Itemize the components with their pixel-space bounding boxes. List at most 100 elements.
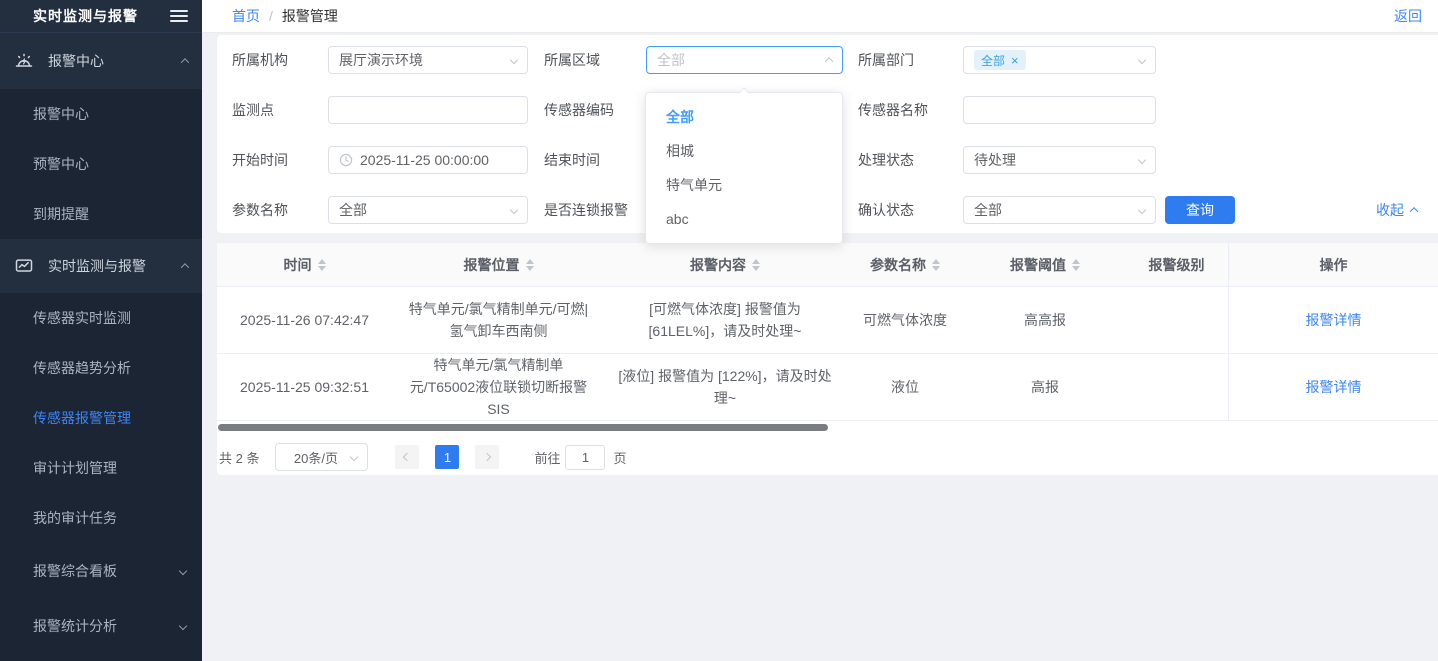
clock-icon xyxy=(339,153,353,167)
area-dropdown-panel: 全部 相城 特气单元 abc xyxy=(645,92,843,244)
sidebar-item-alarm-center[interactable]: 报警中心 xyxy=(0,89,202,139)
chevron-down-icon xyxy=(510,56,518,64)
chevron-down-icon xyxy=(510,206,518,214)
table-header-content[interactable]: 报警内容 xyxy=(605,243,845,286)
sensor-code-label: 传感器编码 xyxy=(544,85,614,135)
sidebar-item-warning-center[interactable]: 预警中心 xyxy=(0,139,202,189)
tag-close-icon[interactable]: × xyxy=(1011,54,1019,67)
area-select[interactable]: 全部 xyxy=(646,46,843,74)
dropdown-option-xiangcheng[interactable]: 相城 xyxy=(646,134,842,168)
cell-time: 2025-11-25 09:32:51 xyxy=(217,354,392,420)
breadcrumb-home-link[interactable]: 首页 xyxy=(232,6,260,26)
sidebar-item-sensor-realtime-monitor[interactable]: 传感器实时监测 xyxy=(0,293,202,343)
cell-time: 2025-11-26 07:42:47 xyxy=(217,287,392,353)
table-header-param[interactable]: 参数名称 xyxy=(845,243,965,286)
sensor-name-input-wrap xyxy=(963,96,1156,124)
breadcrumb-separator: / xyxy=(269,8,273,24)
sensor-name-label: 传感器名称 xyxy=(858,85,928,135)
end-time-label: 结束时间 xyxy=(544,135,600,185)
pagination: 共 2 条 20条/页 1 前往 页 xyxy=(219,439,1438,475)
table-row: 2025-11-25 09:32:51 特气单元/氯气精制单元/T65002液位… xyxy=(217,354,1438,421)
table-header-row: 时间 报警位置 报警内容 参数名称 报警阈值 报警级别 操作 xyxy=(217,243,1438,287)
confirm-status-select[interactable]: 全部 xyxy=(963,196,1156,224)
sort-icon xyxy=(932,259,940,271)
start-time-picker[interactable] xyxy=(328,146,528,174)
chevron-down-icon xyxy=(1138,156,1146,164)
alarm-management-page: 实时监测与报警 报警中心 报警中心 预警中心 到期提醒 xyxy=(0,0,1438,661)
sidebar-item-sensor-trend-analysis[interactable]: 传感器趋势分析 xyxy=(0,343,202,393)
sidebar-title: 实时监测与报警 xyxy=(33,6,138,26)
start-time-label: 开始时间 xyxy=(232,135,288,185)
chevron-down-icon xyxy=(1138,206,1146,214)
sidebar-item-alarm-statistics[interactable]: 报警统计分析 xyxy=(0,598,202,653)
chain-alarm-label: 是否连锁报警 xyxy=(544,185,628,235)
siren-icon xyxy=(14,50,36,72)
chevron-down-icon xyxy=(1138,56,1146,64)
sidebar-item-expiry-reminder[interactable]: 到期提醒 xyxy=(0,189,202,239)
table-header-threshold[interactable]: 报警阈值 xyxy=(965,243,1125,286)
cell-location: 特气单元/氯气精制单元/可燃|氢气卸车西南侧 xyxy=(392,287,605,353)
dropdown-option-all[interactable]: 全部 xyxy=(646,100,842,134)
param-name-select[interactable]: 全部 xyxy=(328,196,528,224)
sidebar-header: 实时监测与报警 xyxy=(0,0,202,33)
table-header-location[interactable]: 报警位置 xyxy=(392,243,605,286)
sidebar: 实时监测与报警 报警中心 报警中心 预警中心 到期提醒 xyxy=(0,0,202,661)
cell-param: 可燃气体浓度 xyxy=(845,287,965,353)
chevron-left-icon xyxy=(403,453,411,461)
monitor-point-input-wrap xyxy=(328,96,528,124)
handle-status-label: 处理状态 xyxy=(858,135,914,185)
back-link[interactable]: 返回 xyxy=(1394,6,1422,26)
page-number-1[interactable]: 1 xyxy=(435,445,459,469)
search-button[interactable]: 查询 xyxy=(1165,196,1235,224)
chevron-up-icon xyxy=(1410,207,1418,215)
hamburger-menu-icon[interactable] xyxy=(170,10,188,22)
page-size-select[interactable]: 20条/页 xyxy=(275,443,368,471)
pagination-total: 共 2 条 xyxy=(219,448,259,467)
org-select[interactable]: 展厅演示环境 xyxy=(328,46,528,74)
sort-icon xyxy=(1072,259,1080,271)
dept-multiselect[interactable]: 全部 × xyxy=(963,46,1156,74)
table-row: 2025-11-26 07:42:47 特气单元/氯气精制单元/可燃|氢气卸车西… xyxy=(217,287,1438,354)
sidebar-item-audit-plan-management[interactable]: 审计计划管理 xyxy=(0,443,202,493)
sensor-name-input[interactable] xyxy=(974,102,1145,118)
cell-threshold: 高报 xyxy=(965,354,1125,420)
chevron-down-icon xyxy=(179,621,187,629)
handle-status-select[interactable]: 待处理 xyxy=(963,146,1156,174)
cell-param: 液位 xyxy=(845,354,965,420)
horizontal-scrollbar xyxy=(217,424,1438,432)
breadcrumb-bar: 首页 / 报警管理 返回 xyxy=(202,0,1438,33)
sidebar-item-alarm-dashboard[interactable]: 报警综合看板 xyxy=(0,543,202,598)
chevron-down-icon xyxy=(350,453,358,461)
breadcrumb-current: 报警管理 xyxy=(282,6,338,26)
sidebar-section-alarm-center[interactable]: 报警中心 xyxy=(0,33,202,89)
table-header-time[interactable]: 时间 xyxy=(217,243,392,286)
sidebar-section-label: 报警中心 xyxy=(48,51,104,71)
next-page-button[interactable] xyxy=(475,445,499,469)
prev-page-button[interactable] xyxy=(395,445,419,469)
param-name-label: 参数名称 xyxy=(232,185,288,235)
sidebar-item-sensor-alarm-management[interactable]: 传感器报警管理 xyxy=(0,393,202,443)
sort-icon xyxy=(752,259,760,271)
area-label: 所属区域 xyxy=(544,35,600,85)
main-content: 首页 / 报警管理 返回 所属机构 展厅演示环境 所属区域 全部 所属部门 xyxy=(202,0,1438,661)
alarm-detail-link[interactable]: 报警详情 xyxy=(1306,376,1362,398)
horizontal-scrollbar-thumb[interactable] xyxy=(218,424,828,431)
chevron-up-icon xyxy=(181,263,189,271)
dropdown-option-abc[interactable]: abc xyxy=(646,202,842,236)
dropdown-option-special-gas-unit[interactable]: 特气单元 xyxy=(646,168,842,202)
sort-icon xyxy=(526,259,534,271)
start-time-input[interactable] xyxy=(360,152,517,168)
sidebar-item-my-audit-tasks[interactable]: 我的审计任务 xyxy=(0,493,202,543)
alarm-detail-link[interactable]: 报警详情 xyxy=(1306,309,1362,331)
goto-label: 前往 xyxy=(534,448,560,467)
org-label: 所属机构 xyxy=(232,35,288,85)
cell-content: [可燃气体浓度] 报警值为 [61LEL%]，请及时处理~ xyxy=(605,287,845,353)
monitor-point-label: 监测点 xyxy=(232,85,274,135)
sidebar-section-realtime-monitoring[interactable]: 实时监测与报警 xyxy=(0,239,202,293)
table-header-action: 操作 xyxy=(1228,243,1438,286)
monitor-point-input[interactable] xyxy=(339,102,517,118)
cell-location: 特气单元/氯气精制单元/T65002液位联锁切断报警SIS xyxy=(392,354,605,420)
alarm-table-panel: 时间 报警位置 报警内容 参数名称 报警阈值 报警级别 操作 2025-11-2… xyxy=(217,243,1438,475)
goto-page-input[interactable] xyxy=(565,445,605,470)
collapse-filters-link[interactable]: 收起 xyxy=(1376,185,1417,235)
